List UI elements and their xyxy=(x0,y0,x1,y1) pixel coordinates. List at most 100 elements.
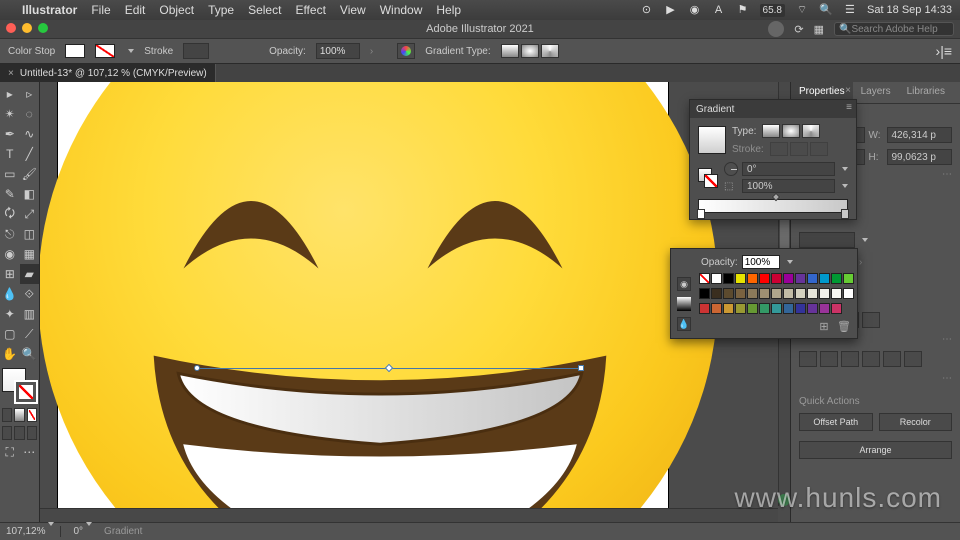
stroke-indicator[interactable] xyxy=(14,380,38,404)
gradient-slider[interactable] xyxy=(698,199,848,213)
swatch-cell[interactable] xyxy=(819,303,830,314)
symbol-sprayer-tool[interactable]: ✦ xyxy=(0,304,20,324)
swatch-cell[interactable] xyxy=(723,288,734,299)
search-icon[interactable]: 🔍 xyxy=(819,3,833,17)
swatch-cell[interactable] xyxy=(795,303,806,314)
swatch-cell[interactable] xyxy=(735,273,746,284)
menu-select[interactable]: Select xyxy=(248,3,281,17)
search-input[interactable]: 🔍 Search Adobe Help xyxy=(834,22,954,36)
slice-tool[interactable]: ⟋ xyxy=(20,324,40,344)
swatch-cell[interactable] xyxy=(735,288,746,299)
swatch-cell[interactable] xyxy=(723,273,734,284)
shape-builder-tool[interactable]: ◉ xyxy=(0,244,20,264)
align-vcenter-icon[interactable] xyxy=(883,351,901,367)
offset-path-button[interactable]: Offset Path xyxy=(799,413,873,431)
horizontal-scrollbar[interactable] xyxy=(40,508,778,522)
swatch-cell[interactable] xyxy=(747,288,758,299)
menu-help[interactable]: Help xyxy=(436,3,461,17)
arrange-button[interactable]: Arrange xyxy=(799,441,952,459)
gradient-radial-icon[interactable] xyxy=(521,44,539,58)
sw-grayscale-icon[interactable] xyxy=(677,297,691,311)
fill-swatch[interactable] xyxy=(65,44,85,58)
swatch-cell[interactable] xyxy=(747,303,758,314)
angle-field[interactable]: 0° xyxy=(742,162,835,176)
hand-tool[interactable]: ✋ xyxy=(0,344,20,364)
menu-window[interactable]: Window xyxy=(380,3,423,17)
gradient-stop-left[interactable] xyxy=(697,209,705,219)
align-bottom-icon[interactable] xyxy=(904,351,922,367)
swatch-cell[interactable] xyxy=(711,273,722,284)
swatch-cell[interactable] xyxy=(783,273,794,284)
gradient-mode-btn[interactable] xyxy=(14,408,24,422)
gradient-fill-stroke[interactable] xyxy=(698,168,718,188)
close-icon[interactable] xyxy=(6,23,16,33)
color-mode-btn[interactable] xyxy=(2,408,12,422)
swatch-cell[interactable] xyxy=(747,273,758,284)
fill-stroke-indicator[interactable] xyxy=(2,368,38,404)
swatch-cell[interactable] xyxy=(795,273,806,284)
menu-file[interactable]: File xyxy=(91,3,110,17)
swatch-cell[interactable] xyxy=(831,273,842,284)
menu-type[interactable]: Type xyxy=(208,3,234,17)
menu-object[interactable]: Object xyxy=(159,3,194,17)
zoom-field[interactable]: 107,12% xyxy=(6,526,61,537)
edit-toolbar-btn[interactable]: ⋯ xyxy=(20,442,40,462)
sw-opacity-field[interactable]: 100% xyxy=(742,255,780,269)
emoji-eye-left[interactable] xyxy=(176,176,326,286)
blend-mode-field[interactable] xyxy=(799,232,855,248)
swatch-cell[interactable] xyxy=(759,273,770,284)
arrange-icon[interactable]: ▦ xyxy=(814,23,824,36)
width-tool[interactable]: ⎋ xyxy=(0,224,20,244)
swatch-cell[interactable] xyxy=(831,288,842,299)
artboard[interactable] xyxy=(58,82,668,512)
swatch-cell[interactable] xyxy=(843,288,854,299)
recolor-icon[interactable] xyxy=(397,43,415,59)
window-controls[interactable] xyxy=(6,23,48,33)
gp-freeform-icon[interactable] xyxy=(802,124,820,138)
h-field[interactable]: 99,0623 p xyxy=(887,149,953,165)
pathfinder-exclude-icon[interactable] xyxy=(862,312,880,328)
swatch-cell[interactable] xyxy=(699,288,710,299)
align-hcenter-icon[interactable] xyxy=(820,351,838,367)
swatch-cell[interactable] xyxy=(807,288,818,299)
perspective-tool[interactable]: ▦ xyxy=(20,244,40,264)
gradient-panel[interactable]: × Gradient≡ Type: Stroke: 0° xyxy=(689,99,857,220)
document-tab[interactable]: × Untitled-13* @ 107,12 % (CMYK/Preview) xyxy=(0,64,216,82)
opacity-more[interactable]: › xyxy=(370,46,373,57)
menu-effect[interactable]: Effect xyxy=(295,3,325,17)
selection-tool[interactable]: ▸ xyxy=(0,84,20,104)
gradient-midpoint-icon[interactable] xyxy=(772,193,780,201)
scale-tool[interactable]: ⤢ xyxy=(20,204,40,224)
paintbrush-tool[interactable]: 🖌 xyxy=(20,164,40,184)
recolor-button[interactable]: Recolor xyxy=(879,413,953,431)
line-tool[interactable]: ╱ xyxy=(20,144,40,164)
graph-tool[interactable]: ▥ xyxy=(20,304,40,324)
control-overflow-icon[interactable]: ›|≡ xyxy=(936,43,952,59)
panel-close-icon[interactable]: × xyxy=(842,84,854,96)
swatch-cell[interactable] xyxy=(783,288,794,299)
draw-behind-btn[interactable] xyxy=(14,426,24,440)
swatch-caret-icon[interactable] xyxy=(128,49,134,53)
swatches-popup[interactable]: Opacity: 100% ◉ 💧 ⊞ 🗑 xyxy=(670,248,858,339)
user-icon[interactable] xyxy=(768,21,784,37)
swatch-cell[interactable] xyxy=(771,288,782,299)
aspect-field[interactable]: 100% xyxy=(742,179,835,193)
align-top-icon[interactable] xyxy=(862,351,880,367)
rectangle-tool[interactable]: ▭ xyxy=(0,164,20,184)
swatch-cell[interactable] xyxy=(807,303,818,314)
swatch-cell[interactable] xyxy=(819,273,830,284)
emoji-eye-right[interactable] xyxy=(420,176,570,286)
swatch-cell[interactable] xyxy=(771,303,782,314)
gradient-stop-right[interactable] xyxy=(841,209,849,219)
swatch-cell[interactable] xyxy=(771,273,782,284)
swatch-cell[interactable] xyxy=(711,303,722,314)
mesh-tool[interactable]: ⊞ xyxy=(0,264,20,284)
swatch-cell[interactable] xyxy=(735,303,746,314)
gradient-end-handle[interactable] xyxy=(578,365,584,371)
swatch-cell[interactable] xyxy=(819,288,830,299)
swatch-cell[interactable] xyxy=(795,288,806,299)
draw-normal-btn[interactable] xyxy=(2,426,12,440)
blend-caret-icon[interactable] xyxy=(862,238,868,242)
gp-radial-icon[interactable] xyxy=(782,124,800,138)
tab-layers[interactable]: Layers xyxy=(853,82,899,103)
